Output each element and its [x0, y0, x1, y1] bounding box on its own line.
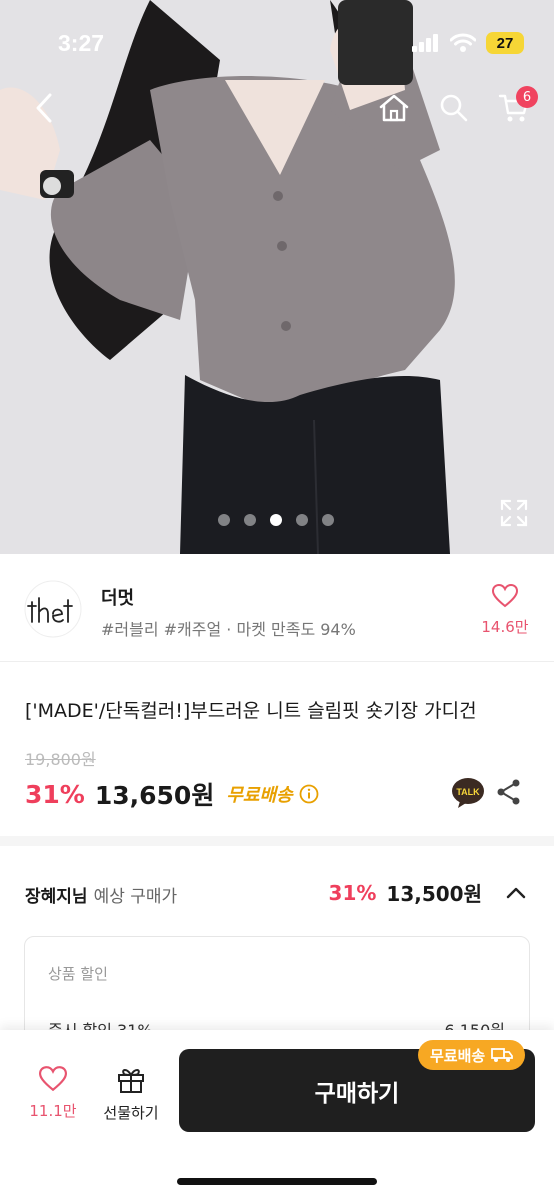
- product-image[interactable]: 3:27 27 6: [0, 0, 554, 554]
- gallery-dot[interactable]: [218, 514, 230, 526]
- home-icon: [379, 94, 409, 122]
- gift-icon: [118, 1069, 144, 1093]
- back-button[interactable]: [26, 86, 62, 130]
- gallery-dot-active[interactable]: [270, 514, 282, 526]
- store-logo[interactable]: [24, 580, 82, 638]
- wifi-icon: [450, 33, 476, 52]
- gift-label: 선물하기: [103, 1104, 159, 1122]
- expected-discount: 31%: [328, 880, 377, 905]
- wish-count: 11.1만: [29, 1102, 77, 1120]
- info-icon[interactable]: [299, 784, 319, 804]
- top-nav: 6: [0, 80, 554, 136]
- status-bar: 3:27 27: [0, 0, 554, 88]
- home-indicator: [177, 1178, 377, 1185]
- wish-button[interactable]: 11.1만: [24, 1066, 82, 1121]
- buyer-name: 장혜지님 예상 구매가: [25, 882, 177, 907]
- store-logo-mark: [24, 580, 82, 638]
- store-like-count: 14.6만: [481, 618, 529, 636]
- nav-actions: 6: [374, 86, 538, 130]
- gallery-dot[interactable]: [296, 514, 308, 526]
- gift-button[interactable]: 선물하기: [96, 1066, 166, 1123]
- gallery-dot[interactable]: [322, 514, 334, 526]
- expected-price: 13,500원: [386, 882, 482, 906]
- battery-indicator: 27: [486, 32, 524, 54]
- free-shipping-label: 무료배송: [226, 785, 293, 806]
- original-price: 19,800원: [25, 750, 96, 769]
- expected-price-row[interactable]: 장혜지님 예상 구매가 31% 13,500원: [0, 856, 554, 930]
- gallery-dot[interactable]: [244, 514, 256, 526]
- free-shipping-badge: 무료배송: [418, 1040, 526, 1070]
- store-row[interactable]: 더멋 #러블리 #캐주얼 · 마켓 만족도 94% 14.6만: [0, 554, 554, 662]
- discount-card-header: 상품 할인: [48, 965, 108, 983]
- chevron-left-icon: [36, 93, 52, 123]
- cart-button[interactable]: 6: [494, 86, 538, 130]
- free-shipping-badge-label: 무료배송: [430, 1046, 486, 1065]
- gallery-indicator: [218, 514, 334, 526]
- sale-price: 13,650원: [94, 781, 215, 810]
- heart-icon: [38, 1066, 68, 1092]
- signal-icon: [412, 34, 438, 52]
- bottom-action-bar: 11.1만 선물하기 구매하기 무료배송: [0, 1030, 554, 1200]
- expand-icon[interactable]: [498, 497, 530, 529]
- buyer-name-text: 장혜지님: [25, 887, 88, 907]
- store-tags: #러블리 #캐주얼 · 마켓 만족도 94%: [101, 620, 356, 639]
- status-time: 3:27: [58, 30, 105, 56]
- truck-icon: [491, 1048, 514, 1062]
- store-name[interactable]: 더멋: [101, 584, 134, 610]
- home-button[interactable]: [374, 86, 414, 130]
- status-icons: 27: [412, 32, 524, 54]
- product-title: ['MADE'/단독컬러!]부드러운 니트 슬림핏 숏기장 가디건: [25, 700, 477, 722]
- store-like-button[interactable]: 14.6만: [480, 583, 530, 637]
- search-icon: [440, 94, 468, 122]
- talk-label: TALK: [456, 787, 480, 797]
- cart-count-badge: 6: [516, 86, 538, 108]
- chevron-up-icon[interactable]: [506, 887, 526, 899]
- heart-icon: [491, 583, 519, 608]
- kakao-talk-icon[interactable]: TALK: [451, 776, 485, 810]
- share-icon[interactable]: [495, 778, 523, 806]
- discount-rate: 31%: [25, 779, 85, 809]
- price-row: 31% 13,650원 무료배송: [25, 776, 319, 812]
- expected-price-label: 예상 구매가: [93, 887, 178, 907]
- product-info: ['MADE'/단독컬러!]부드러운 니트 슬림핏 숏기장 가디건 19,800…: [0, 662, 554, 846]
- search-button[interactable]: [434, 86, 474, 130]
- expected-price-summary: 31% 13,500원: [329, 878, 526, 907]
